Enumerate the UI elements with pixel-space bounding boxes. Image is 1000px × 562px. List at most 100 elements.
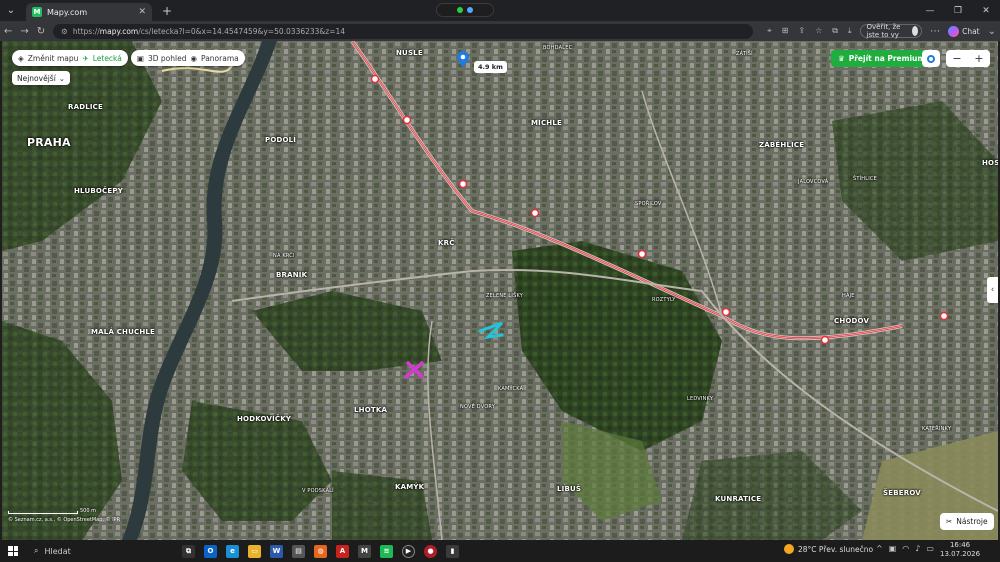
zoom-in-button[interactable]: + bbox=[968, 50, 990, 67]
edge-icon[interactable]: e bbox=[226, 544, 239, 558]
translate-icon[interactable]: ⊞ bbox=[782, 26, 789, 36]
place-label[interactable]: KAMÝK bbox=[395, 483, 424, 491]
map-attribution[interactable]: © Seznam.cz, a.s., © OpenStreetMap, © IP… bbox=[8, 517, 120, 523]
extension-indicator[interactable] bbox=[436, 3, 494, 17]
media-player-icon[interactable]: ▶ bbox=[402, 544, 415, 558]
change-map-button[interactable]: Změnit mapu bbox=[28, 54, 79, 63]
site-info-icon[interactable]: ⚙ bbox=[61, 27, 68, 36]
place-label[interactable]: JALOVCOVÁ bbox=[798, 179, 828, 185]
start-button[interactable] bbox=[0, 546, 26, 556]
tools-button[interactable]: ✂ Nástroje bbox=[940, 513, 994, 530]
imagery-date-label: Nejnovější bbox=[17, 73, 56, 83]
place-label[interactable]: BRANÍK bbox=[276, 271, 307, 279]
firefox-icon[interactable]: ◍ bbox=[314, 544, 327, 558]
tools-label: Nástroje bbox=[956, 517, 988, 526]
profile-label: Ověřit, že jste to vy bbox=[866, 23, 901, 39]
place-label[interactable]: ROZTYLY bbox=[652, 297, 676, 303]
aerial-map-button[interactable]: Letecká bbox=[93, 54, 122, 63]
place-label[interactable]: LEDVINKY bbox=[687, 396, 713, 402]
place-label[interactable]: BOHDALEC bbox=[543, 45, 572, 51]
my-location-button[interactable] bbox=[922, 50, 940, 67]
place-label[interactable]: MALÁ CHUCHLE bbox=[91, 328, 155, 336]
minimize-icon[interactable]: — bbox=[916, 0, 944, 21]
place-label[interactable]: SPOŘILOV bbox=[635, 201, 662, 207]
m-app-icon[interactable]: M bbox=[358, 544, 371, 558]
premium-button[interactable]: ♛ Přejít na Premium bbox=[831, 50, 933, 67]
place-label[interactable]: NUSLE bbox=[396, 49, 423, 57]
close-tab-icon[interactable]: ✕ bbox=[138, 7, 146, 17]
url-bar[interactable]: ⚙ https://mapy.com/cs/letecka?l=0&x=14.4… bbox=[53, 23, 754, 39]
view-mode-group: ▣ 3D pohled ◉ Panorama bbox=[130, 50, 245, 66]
acrobat-icon[interactable]: A bbox=[336, 544, 349, 558]
crown-icon: ♛ bbox=[838, 54, 845, 63]
weather-widget[interactable]: 28°C Přev. slunečno bbox=[784, 544, 873, 554]
profile-button[interactable]: Ověřit, že jste to vy bbox=[859, 23, 923, 39]
forward-icon[interactable]: → bbox=[20, 26, 28, 37]
red-app-icon[interactable]: ● bbox=[424, 544, 437, 558]
side-panel-toggle[interactable]: ‹ bbox=[987, 277, 998, 303]
location-icon[interactable]: ⌖ bbox=[767, 26, 772, 36]
aerial-map[interactable]: PRAHA NUSLE MICHLE ZÁBĚHLICE PODOLÍ RADL… bbox=[2, 41, 998, 540]
zoom-out-button[interactable]: − bbox=[946, 50, 968, 67]
place-label[interactable]: HOS bbox=[982, 159, 998, 167]
outlook-icon[interactable]: O bbox=[204, 544, 217, 558]
window-icon[interactable]: ▤ bbox=[292, 544, 305, 558]
tray-app-icon[interactable]: ▣ bbox=[889, 544, 897, 553]
place-label[interactable]: KATEŘINKY bbox=[922, 426, 951, 432]
wifi-icon[interactable]: ◠ bbox=[902, 544, 909, 553]
volume-icon[interactable]: ♪ bbox=[915, 544, 920, 553]
place-label[interactable]: ZÁTIŠÍ bbox=[736, 51, 753, 57]
chevron-down-icon[interactable]: ⌄ bbox=[988, 26, 996, 37]
place-label[interactable]: PRAHA bbox=[27, 136, 71, 149]
spotify-icon[interactable]: ≋ bbox=[380, 544, 393, 558]
place-label[interactable]: HODKOVIČKY bbox=[237, 415, 291, 423]
more-menu-icon[interactable]: ⋯ bbox=[930, 26, 940, 37]
avatar-icon bbox=[912, 26, 919, 36]
place-label[interactable]: KRČ bbox=[438, 239, 455, 247]
place-label[interactable]: HLUBOČEPY bbox=[74, 187, 123, 195]
place-label[interactable]: NOVÉ DVORY bbox=[460, 404, 495, 410]
file-explorer-icon[interactable]: ▭ bbox=[248, 544, 261, 558]
place-label[interactable]: NA KRČI bbox=[273, 253, 295, 259]
chevron-up-icon[interactable]: ^ bbox=[876, 544, 883, 553]
imagery-date-select[interactable]: Nejnovější ⌄ bbox=[12, 71, 71, 85]
place-label[interactable]: HÁJE bbox=[842, 293, 855, 299]
close-window-icon[interactable]: ✕ bbox=[972, 0, 1000, 21]
battery-icon[interactable]: ▭ bbox=[926, 544, 934, 553]
place-label[interactable]: V PODSKALÍ bbox=[302, 488, 334, 494]
place-label[interactable]: ŠEBEROV bbox=[883, 489, 921, 497]
place-label[interactable]: LHOTKA bbox=[354, 406, 387, 414]
download-icon[interactable]: ⤓ bbox=[848, 26, 852, 36]
browser-tab[interactable]: M Mapy.com ✕ bbox=[26, 3, 152, 21]
task-view-icon[interactable]: ⧉ bbox=[182, 544, 195, 558]
back-icon[interactable]: ← bbox=[4, 26, 12, 37]
blue-dot-icon bbox=[467, 7, 473, 13]
search-label: Hledat bbox=[44, 546, 71, 556]
new-tab-button[interactable]: + bbox=[162, 4, 172, 18]
place-label[interactable]: MICHLE bbox=[531, 119, 562, 127]
airplane-icon: ✈ bbox=[82, 53, 89, 63]
tab-search-icon[interactable]: ⌄ bbox=[0, 0, 22, 21]
share-icon[interactable]: ⇪ bbox=[798, 26, 805, 36]
panorama-button[interactable]: Panorama bbox=[201, 54, 239, 63]
place-label[interactable]: PODOLÍ bbox=[265, 136, 296, 144]
location-pin-icon[interactable] bbox=[457, 51, 469, 67]
bookmark-star-icon[interactable]: ☆ bbox=[815, 26, 822, 36]
chat-button[interactable]: Chat bbox=[948, 25, 980, 37]
place-label[interactable]: CHODOV bbox=[834, 317, 869, 325]
reload-icon[interactable]: ↻ bbox=[37, 26, 45, 37]
place-label[interactable]: RADLICE bbox=[68, 103, 103, 111]
extensions-icon[interactable]: ⧉ bbox=[832, 26, 838, 36]
word-icon[interactable]: W bbox=[270, 544, 283, 558]
3d-view-button[interactable]: 3D pohled bbox=[148, 54, 187, 63]
pinned-app-icon[interactable]: ▮ bbox=[446, 544, 459, 558]
maximize-icon[interactable]: ❐ bbox=[944, 0, 972, 21]
place-label[interactable]: ŠTÍHLICE bbox=[853, 176, 877, 182]
place-label[interactable]: ZELENÉ LIŠKY bbox=[486, 293, 523, 299]
place-label[interactable]: ZÁBĚHLICE bbox=[759, 141, 804, 149]
place-label[interactable]: LIBUŠ bbox=[557, 485, 581, 493]
taskbar-search[interactable]: ⌕ Hledat bbox=[26, 543, 176, 559]
place-label[interactable]: KAMÝCKÁ bbox=[498, 386, 523, 392]
place-label[interactable]: KUNRATICE bbox=[715, 495, 761, 503]
taskbar-clock[interactable]: 16:46 13.07.2026 bbox=[940, 541, 980, 559]
